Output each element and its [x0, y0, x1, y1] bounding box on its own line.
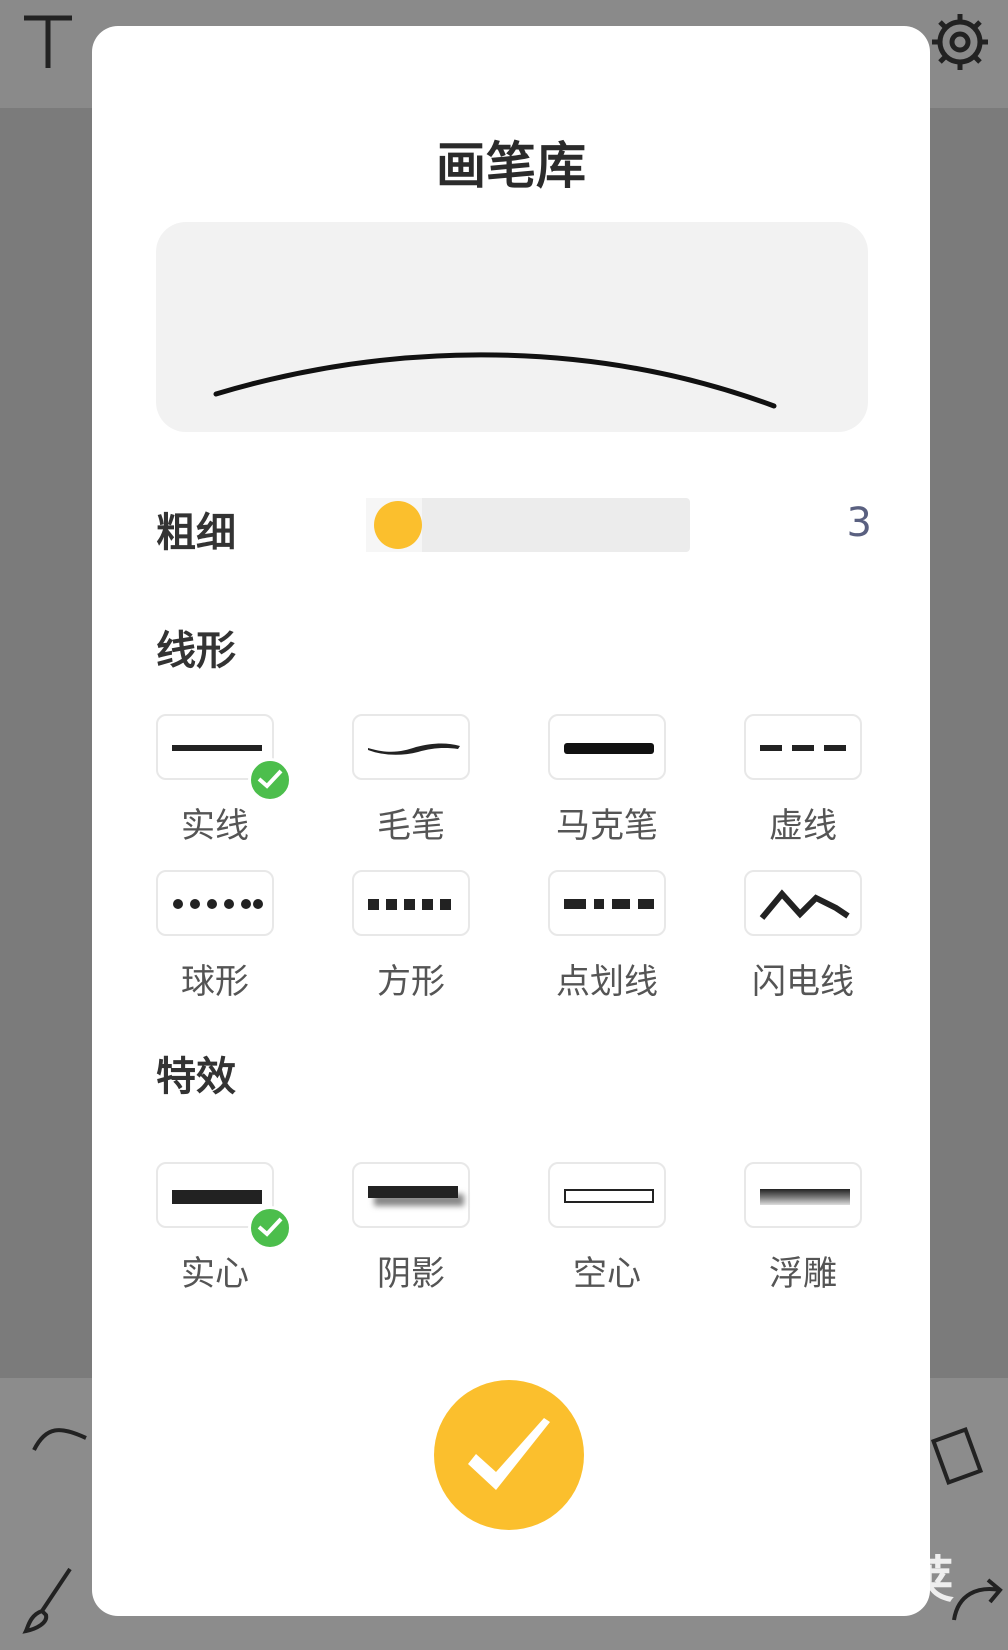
- confirm-button[interactable]: [434, 1380, 584, 1530]
- line-type-heading: 线形: [156, 628, 236, 674]
- stroke-preview: [156, 222, 868, 432]
- settings-gear-icon[interactable]: [928, 10, 992, 74]
- thickness-slider-thumb[interactable]: [374, 501, 423, 549]
- selected-check-icon: [248, 1206, 292, 1250]
- text-tool-icon[interactable]: [18, 10, 78, 70]
- checkmark-icon: [468, 1418, 550, 1490]
- dialog-title: 画笔库: [436, 137, 586, 195]
- curve-tool-icon[interactable]: [30, 1420, 90, 1460]
- selected-check-icon: [248, 758, 292, 802]
- thickness-slider[interactable]: [366, 498, 690, 552]
- redo-arrow-icon[interactable]: [948, 1570, 1008, 1630]
- shape-tool-icon[interactable]: [930, 1420, 990, 1490]
- thickness-label: 粗细: [156, 510, 236, 556]
- brush-library-dialog: 画笔库 粗细 3 线形 实线 毛笔 马克笔 虚线 球形 方形 点划线 闪电线 特…: [92, 26, 930, 1616]
- watermark: 豌豆荚: [800, 1551, 956, 1609]
- effects-heading: 特效: [156, 1054, 236, 1100]
- thickness-value: 3: [846, 500, 872, 546]
- brush-tool-icon[interactable]: [20, 1565, 80, 1635]
